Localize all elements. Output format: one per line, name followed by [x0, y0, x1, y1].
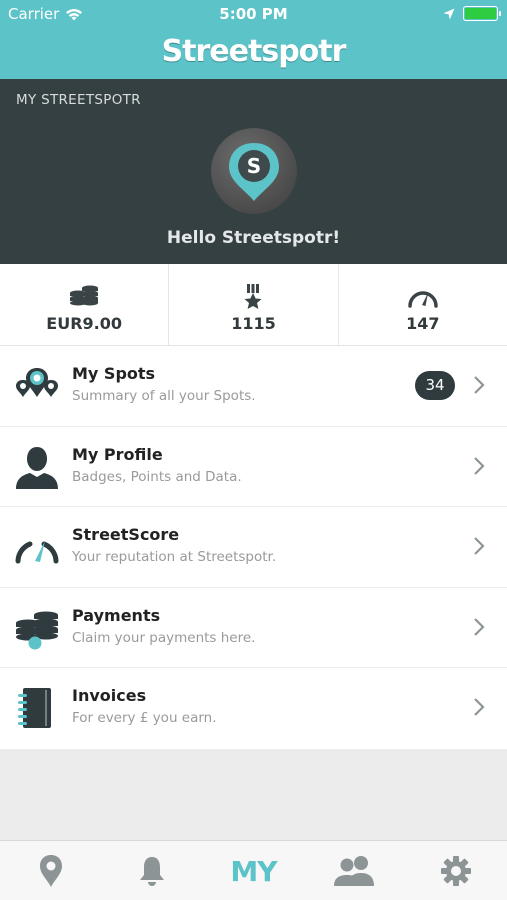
- menu-subtitle: Summary of all your Spots.: [72, 388, 256, 404]
- tab-my[interactable]: MY: [203, 841, 304, 900]
- chevron-right-icon: [474, 698, 485, 717]
- spots-count-badge: 34: [415, 371, 455, 400]
- stats-row: EUR9.00 1115 147: [0, 264, 507, 346]
- menu-subtitle: Your reputation at Streetspotr.: [72, 549, 277, 566]
- menu-title: StreetScore: [72, 525, 180, 545]
- menu-subtitle: Badges, Points and Data.: [72, 468, 242, 485]
- stat-streetscore[interactable]: 147: [339, 264, 507, 345]
- menu-item-payments[interactable]: Payments Claim your payments here.: [0, 588, 507, 669]
- menu-list: My Spots Summary of all your Spots. 34 M…: [0, 346, 507, 749]
- status-bar: Carrier 5:00 PM: [0, 0, 507, 28]
- menu-item-my-spots[interactable]: My Spots Summary of all your Spots. 34: [0, 346, 507, 427]
- streetspotr-pin-icon: S: [229, 143, 279, 201]
- menu-subtitle: Claim your payments here.: [72, 629, 256, 646]
- points-value: 1115: [231, 314, 276, 333]
- battery-icon: [463, 6, 501, 21]
- stat-points[interactable]: 1115: [169, 264, 339, 345]
- profile-banner: MY STREETSPOTR S Hello Streetspotr!: [0, 79, 507, 264]
- chevron-right-icon: [474, 537, 485, 555]
- menu-title: My Spots: [72, 364, 156, 383]
- section-title: MY STREETSPOTR: [16, 92, 141, 108]
- tab-map[interactable]: [0, 841, 101, 900]
- status-time: 5:00 PM: [219, 5, 288, 23]
- stat-balance[interactable]: EUR9.00: [0, 264, 170, 345]
- chevron-right-icon: [474, 376, 485, 394]
- balance-value: EUR9.00: [46, 314, 123, 333]
- menu-item-my-profile[interactable]: My Profile Badges, Points and Data.: [0, 427, 507, 508]
- location-arrow-icon: [443, 8, 455, 19]
- person-icon: [16, 446, 58, 489]
- menu-title: Payments: [72, 605, 161, 625]
- tab-notifications[interactable]: [101, 841, 202, 900]
- menu-title: My Profile: [72, 444, 163, 464]
- map-pins-icon: [16, 368, 58, 397]
- streetscore-value: 147: [406, 314, 440, 333]
- avatar[interactable]: S: [211, 128, 297, 214]
- tab-community[interactable]: [304, 841, 405, 900]
- notebook-icon: [18, 688, 51, 729]
- tab-bar: MY: [0, 840, 507, 900]
- status-right: [443, 6, 501, 21]
- svg-text:S: S: [247, 154, 261, 178]
- bell-icon: [139, 857, 164, 886]
- app-header: Carrier 5:00 PM Streetspotr: [0, 0, 507, 79]
- menu-subtitle: For every £ you earn.: [72, 710, 217, 727]
- tab-settings[interactable]: [405, 841, 506, 900]
- tab-my-label: MY: [230, 854, 277, 888]
- speedometer-icon: [15, 541, 59, 564]
- gear-icon: [440, 856, 471, 886]
- medal-icon: [244, 284, 262, 309]
- app-logo: Streetspotr: [161, 34, 347, 69]
- menu-item-invoices[interactable]: Invoices For every £ you earn.: [0, 668, 507, 749]
- menu-title: Invoices: [72, 686, 147, 706]
- greeting: Hello Streetspotr!: [166, 228, 341, 248]
- chevron-right-icon: [474, 618, 485, 636]
- coins-icon: [16, 611, 58, 650]
- people-icon: [333, 856, 374, 886]
- chevron-right-icon: [474, 456, 485, 475]
- map-pin-icon: [39, 855, 62, 887]
- speedometer-icon: [408, 291, 438, 308]
- coins-icon: [70, 285, 99, 306]
- menu-item-streetscore[interactable]: StreetScore Your reputation at Streetspo…: [0, 507, 507, 588]
